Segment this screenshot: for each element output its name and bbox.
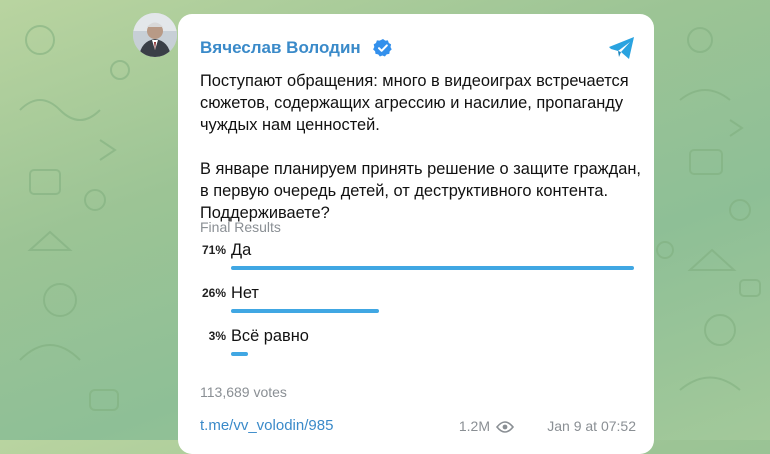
author-name[interactable]: Вячеслав Володин (200, 38, 361, 58)
poll-option-percent: 3% (208, 329, 226, 343)
post-paragraph-1: Поступают обращения: много в видеоиграх … (200, 72, 629, 134)
poll-option: 26% Нет (200, 284, 640, 324)
poll-option-percent: 26% (201, 286, 226, 300)
post-card: Вячеслав Володин Поступают обращения: мн… (178, 14, 654, 454)
author-avatar[interactable] (133, 13, 177, 57)
post-date: Jan 9 at 07:52 (547, 418, 636, 434)
telegram-plane-icon[interactable] (608, 36, 636, 60)
post-text: Поступают обращения: много в видеоиграх … (200, 70, 645, 224)
post-header: Вячеслав Володин (200, 26, 636, 66)
avatar-photo (133, 13, 177, 57)
poll-option-label: Всё равно (231, 327, 309, 345)
eye-icon (496, 421, 514, 433)
poll-option-bar (231, 352, 248, 356)
poll-vote-count: 113,689 votes (200, 384, 287, 400)
post-paragraph-2: В январе планируем принять решение о защ… (200, 160, 641, 222)
view-count: 1.2M (458, 418, 490, 434)
poll-option: 71% Да (200, 241, 640, 281)
poll-option-bar (231, 266, 634, 270)
post-link[interactable]: t.me/vv_volodin/985 (200, 417, 333, 434)
poll-option-label: Нет (231, 284, 259, 302)
poll-option: 3% Всё равно (200, 327, 640, 367)
verified-badge-icon (373, 39, 392, 57)
post-footer: t.me/vv_volodin/985 1.2M Jan 9 at 07:52 (200, 417, 636, 439)
poll-status: Final Results (200, 219, 281, 235)
poll-option-bar (231, 309, 379, 313)
poll-option-label: Да (231, 241, 252, 259)
poll-option-percent: 71% (201, 243, 226, 257)
